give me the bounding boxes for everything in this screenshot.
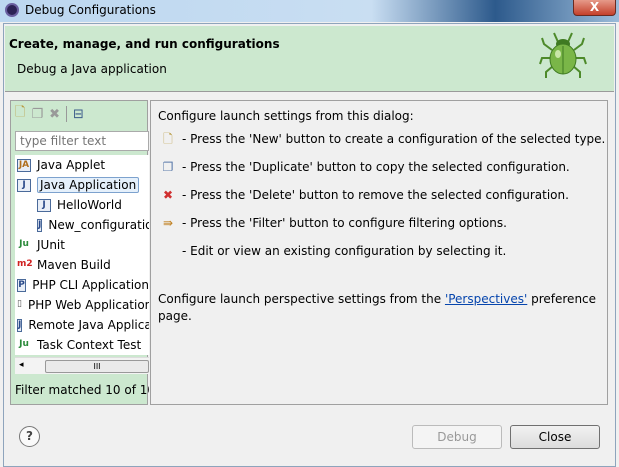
toolbar-separator [66,106,68,122]
tree-item-label: Task Context Test [37,338,142,352]
help-line-new: 🗋 - Press the 'New' button to create a co… [160,132,605,146]
new-config-icon[interactable]: 🗋 [15,103,25,125]
help-text: - Press the 'Delete' button to remove th… [182,188,569,202]
tree-item-label: Maven Build [37,258,111,272]
perspectives-link[interactable]: 'Perspectives' [445,292,527,306]
window-title: Debug Configurations [25,3,156,17]
config-tree: JA Java Applet J Java Application J HelloWorl… [15,155,149,355]
config-type-icon: J [17,318,23,332]
blank-icon [160,244,176,258]
close-button[interactable]: Close [510,425,600,449]
config-type-icon: Ju [19,238,29,249]
perspective-text-2: page. [158,309,192,323]
tree-item[interactable]: JA Java Applet [15,155,149,175]
config-type-icon: P [17,278,27,292]
duplicate-icon: ❐ [162,160,174,174]
tree-item[interactable]: J New_configuration [15,215,149,235]
scroll-thumb[interactable]: III [45,360,149,373]
info-panel: Configure launch settings from this dial… [150,100,608,405]
collapse-all-icon[interactable]: ⊟ [73,107,84,122]
tree-item[interactable]: J Remote Java Application [15,315,149,335]
tree-item[interactable]: ▯ PHP Web Application [15,295,149,315]
tree-item[interactable]: Ju Task Context Test [15,335,149,355]
left-toolbar: 🗋 ❐ ✖ ⊟ [15,105,84,123]
scroll-left-icon[interactable]: ◂ [19,360,24,370]
help-button[interactable]: ? [19,426,40,447]
config-type-icon: ▯ [17,298,22,309]
delete-icon[interactable]: ✖ [49,107,60,122]
tree-item-label: HelloWorld [57,198,122,212]
help-line-duplicate: ❐ - Press the 'Duplicate' button to copy … [160,160,570,174]
intro-text: Configure launch settings from this dial… [158,109,414,123]
tree-item[interactable]: Ju JUnit [15,235,149,255]
tree-item[interactable]: J Java Application [15,175,149,195]
bug-icon [539,32,587,78]
delete-icon: ✖ [162,188,174,202]
help-text: - Press the 'New' button to create a con… [182,132,606,146]
config-type-icon: J [37,218,43,232]
header-subtitle: Debug a Java application [17,62,167,76]
help-line-delete: ✖ - Press the 'Delete' button to remove t… [160,188,569,202]
tree-item-label: PHP CLI Application [32,278,149,292]
help-text: - Edit or view an existing configuration… [182,244,507,258]
debug-button[interactable]: Debug [412,425,502,449]
horizontal-scrollbar[interactable]: ◂ III [15,357,149,374]
tree-item-label: Remote Java Application [28,318,149,332]
window-close-button[interactable]: X [573,0,616,16]
config-type-icon: JA [17,158,31,172]
config-type-icon: J [37,198,51,212]
dialog-header: Create, manage, and run configurations D… [5,26,614,92]
tree-item-label: Java Applet [37,158,106,172]
config-type-panel: 🗋 ❐ ✖ ⊟ JAJava AppletJJava ApplicationJH… [10,100,149,405]
help-line-filter: ⇛ - Press the 'Filter' button to configur… [160,216,507,230]
tree-item-label: JUnit [37,238,65,252]
help-text: - Press the 'Filter' button to configure… [182,216,507,230]
title-bar: Debug Configurations X [0,0,619,22]
help-text: - Press the 'Duplicate' button to copy t… [182,160,570,174]
tree-item[interactable]: P PHP CLI Application [15,275,149,295]
tree-item-label: New_configuration [48,218,149,232]
perspective-post: preference [527,292,597,306]
tree-item[interactable]: J HelloWorld [15,195,149,215]
filter-icon: ⇛ [162,216,174,230]
filter-status: Filter matched 10 of 10 items [15,383,149,397]
tree-item-label: Java Application [37,177,140,193]
eclipse-icon [5,3,19,17]
header-title: Create, manage, and run configurations [9,37,280,51]
config-type-icon: J [17,178,31,192]
duplicate-icon[interactable]: ❐ [31,107,43,122]
perspective-text: Configure launch perspective settings fr… [158,292,596,306]
tree-item[interactable]: m2 Maven Build [15,255,149,275]
help-line-edit: - Edit or view an existing configuration… [160,244,506,258]
config-type-icon: m2 [17,258,33,269]
perspective-pre: Configure launch perspective settings fr… [158,292,445,306]
tree-item-label: PHP Web Application [27,298,149,312]
new-config-icon: 🗋 [163,132,173,146]
filter-input[interactable] [15,131,149,151]
config-type-icon: Ju [19,338,29,349]
